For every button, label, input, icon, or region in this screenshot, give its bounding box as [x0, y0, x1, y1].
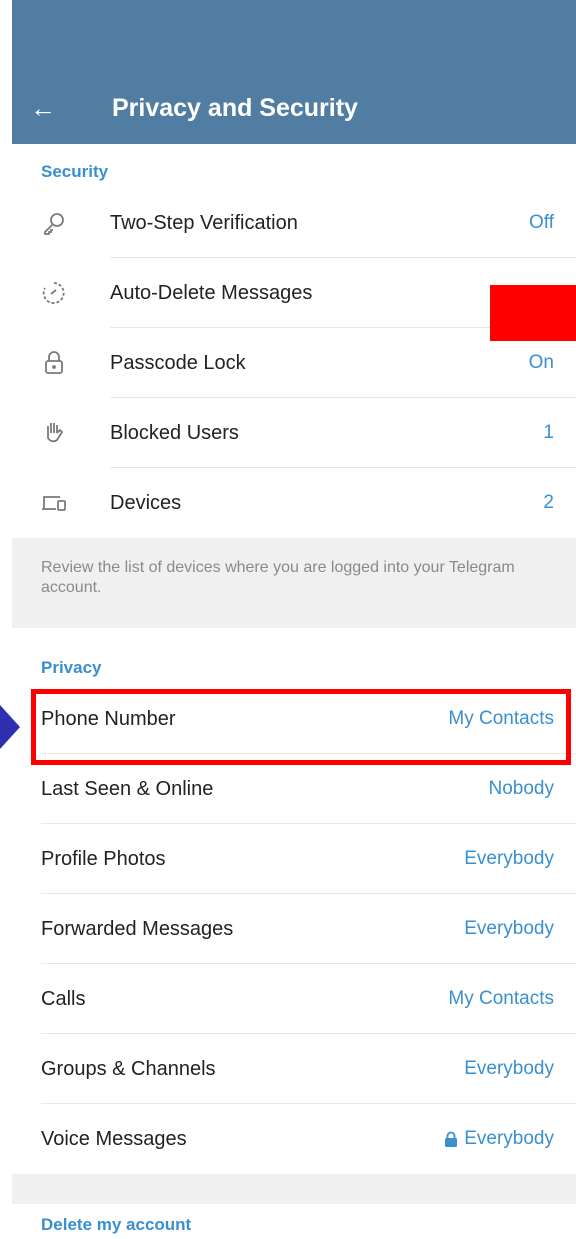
row-value: Everybody	[464, 918, 554, 939]
pointer-arrow-icon	[0, 705, 20, 749]
row-value: Everybody	[464, 1058, 554, 1079]
back-button[interactable]: ←	[12, 72, 74, 144]
row-label: Voice Messages	[41, 1127, 187, 1150]
lock-icon	[39, 348, 69, 378]
row-value: Off	[529, 212, 554, 233]
row-groups-channels[interactable]: Groups & Channels Everybody	[12, 1034, 576, 1104]
timer-icon	[39, 278, 69, 308]
row-label: Forwarded Messages	[41, 917, 234, 940]
key-icon	[39, 208, 69, 238]
row-value-with-lock: Everybody	[444, 1128, 554, 1150]
lock-icon	[445, 1131, 458, 1147]
row-two-step-verification[interactable]: Two-Step Verification Off	[12, 188, 576, 258]
row-label: Blocked Users	[110, 421, 239, 444]
row-forwarded-messages[interactable]: Forwarded Messages Everybody	[12, 894, 576, 964]
app-bar: ← Privacy and Security	[12, 72, 576, 144]
section-gap	[12, 1174, 576, 1204]
row-value: My Contacts	[448, 988, 554, 1009]
row-value: Everybody	[464, 1128, 554, 1149]
row-value: 1	[543, 422, 554, 443]
delete-account-section-title: Delete my account	[41, 1215, 192, 1234]
row-label: Profile Photos	[41, 847, 166, 870]
page-title: Privacy and Security	[112, 93, 358, 122]
row-value: Everybody	[464, 848, 554, 869]
hand-icon	[39, 418, 69, 448]
row-profile-photos[interactable]: Profile Photos Everybody	[12, 824, 576, 894]
row-label: Devices	[110, 491, 182, 514]
row-devices[interactable]: Devices 2	[12, 468, 576, 538]
row-label: Last Seen & Online	[41, 777, 214, 800]
highlight-box	[31, 689, 571, 765]
row-value: 2	[543, 492, 554, 513]
row-label: Passcode Lock	[110, 351, 246, 374]
status-bar	[12, 0, 576, 72]
row-blocked-users[interactable]: Blocked Users 1	[12, 398, 576, 468]
row-voice-messages[interactable]: Voice Messages Everybody	[12, 1104, 576, 1174]
security-section-title: Security	[41, 162, 109, 181]
row-calls[interactable]: Calls My Contacts	[12, 964, 576, 1034]
devices-info-text: Review the list of devices where you are…	[12, 538, 576, 628]
row-value: On	[528, 352, 554, 373]
redaction-box	[490, 285, 576, 341]
screen: ← Privacy and Security Security Two-Step…	[12, 0, 576, 1239]
row-label: Auto-Delete Messages	[110, 281, 313, 304]
row-label: Groups & Channels	[41, 1057, 216, 1080]
privacy-section-title: Privacy	[41, 658, 102, 677]
devices-icon	[39, 488, 69, 518]
row-value: Nobody	[488, 778, 555, 799]
row-label: Calls	[41, 987, 86, 1010]
back-arrow-icon: ←	[30, 92, 56, 123]
row-label: Two-Step Verification	[110, 211, 298, 234]
